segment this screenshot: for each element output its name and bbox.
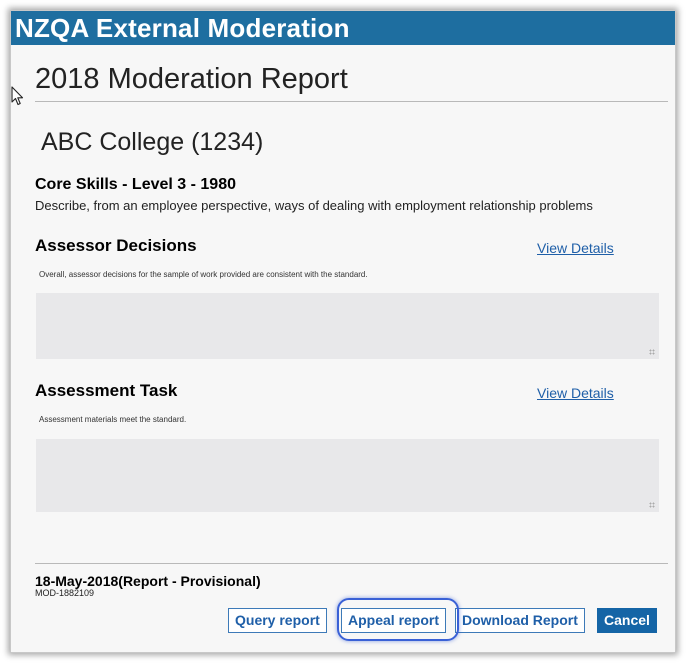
report-date-status: 18-May-2018(Report - Provisional) (35, 573, 261, 589)
assessment-task-view-details-link[interactable]: View Details (537, 385, 614, 401)
title-divider (35, 101, 668, 102)
cancel-button[interactable]: Cancel (597, 608, 657, 633)
resize-grip-icon[interactable] (649, 502, 655, 508)
mouse-pointer-icon (11, 86, 24, 106)
assessment-task-heading: Assessment Task (35, 381, 178, 400)
moderation-dialog: NZQA External Moderation 2018 Moderation… (10, 10, 676, 653)
organisation-name: ABC College (1234) (41, 128, 264, 156)
resize-grip-icon[interactable] (649, 349, 655, 355)
assessor-decisions-heading: Assessor Decisions (35, 236, 197, 255)
footer-divider (35, 563, 668, 564)
window-title: NZQA External Moderation (11, 11, 675, 45)
download-report-button[interactable]: Download Report (455, 608, 585, 633)
assessor-decisions-note: Overall, assessor decisions for the samp… (39, 270, 368, 279)
standard-title: Core Skills - Level 3 - 1980 (35, 176, 236, 193)
standard-description: Describe, from an employee perspective, … (35, 198, 593, 213)
report-title: 2018 Moderation Report (35, 63, 348, 95)
assessor-decisions-comment-field[interactable] (36, 293, 659, 359)
query-report-button[interactable]: Query report (228, 608, 327, 633)
appeal-highlight-ring (337, 598, 459, 641)
moderation-id: MOD-1882109 (35, 588, 95, 598)
assessment-task-comment-field[interactable] (36, 439, 659, 512)
assessment-task-note: Assessment materials meet the standard. (39, 415, 187, 424)
assessor-decisions-view-details-link[interactable]: View Details (537, 240, 614, 256)
